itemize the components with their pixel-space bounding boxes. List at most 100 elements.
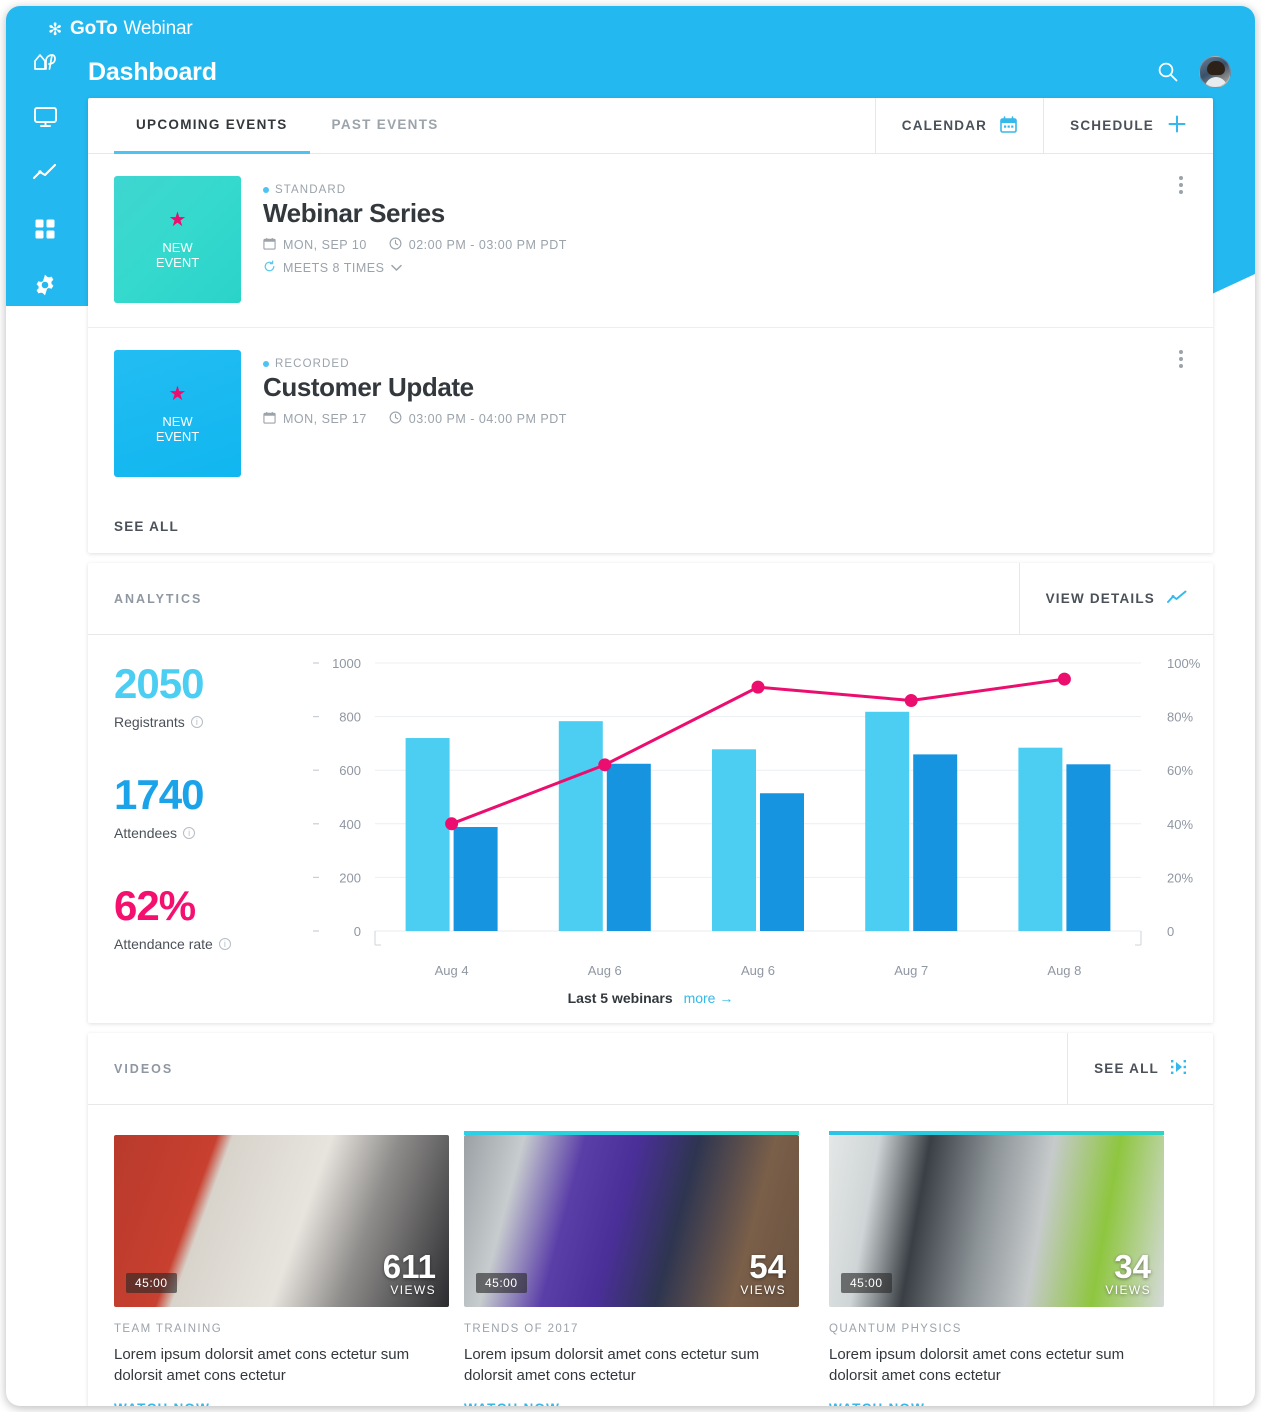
event-date: MON, SEP 17 bbox=[263, 411, 367, 427]
video-thumbnail[interactable]: 45:00 34 VIEWS bbox=[829, 1135, 1164, 1307]
video-view-label: VIEWS bbox=[1105, 1283, 1151, 1297]
clock-icon bbox=[389, 411, 402, 427]
videos-see-all-button[interactable]: SEE ALL bbox=[1067, 1033, 1213, 1104]
view-details-label: VIEW DETAILS bbox=[1045, 591, 1155, 606]
sidebar-item-analytics[interactable] bbox=[30, 158, 60, 188]
chart-footer: Last 5 webinars more → bbox=[88, 990, 1213, 1006]
video-thumbnail[interactable]: 45:00 611 VIEWS bbox=[114, 1135, 449, 1307]
video-view-number: 611 bbox=[382, 1248, 436, 1285]
sidebar-item-settings[interactable] bbox=[30, 270, 60, 300]
events-see-all-link[interactable]: SEE ALL bbox=[114, 519, 179, 534]
event-recurrence[interactable]: MEETS 8 TIMES bbox=[263, 260, 1187, 276]
video-category: QUANTUM PHYSICS bbox=[829, 1323, 962, 1335]
video-thumbnail[interactable]: 45:00 54 VIEWS bbox=[464, 1135, 799, 1307]
video-view-count: 34 VIEWS bbox=[1105, 1248, 1151, 1297]
watch-now-button[interactable]: WATCH NOW bbox=[464, 1401, 799, 1406]
video-view-label: VIEWS bbox=[740, 1283, 786, 1297]
video-view-count: 611 VIEWS bbox=[382, 1248, 436, 1297]
svg-text:20%: 20% bbox=[1167, 870, 1193, 885]
brand-name-light: Webinar bbox=[123, 18, 193, 39]
videos-see-all-label: SEE ALL bbox=[1094, 1061, 1159, 1076]
brand-name-strong: GoTo bbox=[70, 18, 118, 39]
kpi-attendees-text: Attendees bbox=[114, 825, 178, 841]
video-view-number: 34 bbox=[1114, 1248, 1151, 1285]
app-root: ✻ GoTo Webinar Dashboard UPCOMING EVENTS… bbox=[0, 0, 1261, 1412]
star-icon: ★ bbox=[168, 382, 187, 405]
svg-text:600: 600 bbox=[339, 763, 361, 778]
tab-upcoming-events[interactable]: UPCOMING EVENTS bbox=[114, 98, 310, 154]
event-date-label: MON, SEP 17 bbox=[283, 412, 367, 426]
calendar-button[interactable]: CALENDAR bbox=[874, 98, 1043, 153]
calendar-button-label: CALENDAR bbox=[901, 118, 988, 133]
kpi-registrants-value: 2050 bbox=[114, 660, 204, 707]
video-category: TEAM TRAINING bbox=[114, 1323, 223, 1335]
page-title: Dashboard bbox=[88, 58, 217, 86]
event-date: MON, SEP 10 bbox=[263, 237, 367, 253]
calendar-icon bbox=[263, 237, 276, 253]
sidebar-item-webinars[interactable] bbox=[30, 102, 60, 132]
event-meta: MON, SEP 17 03:00 PM - 04:00 PM PDT bbox=[263, 411, 1187, 427]
kpi-attendees: 1740 Attendees i bbox=[114, 774, 303, 842]
event-info: RECORDED Customer Update MON, SEP 17 03:… bbox=[263, 350, 1187, 477]
svg-text:800: 800 bbox=[339, 710, 361, 725]
list-item[interactable]: 45:00 611 VIEWS TEAM TRAINING Lorem ipsu… bbox=[114, 1131, 449, 1406]
svg-text:80%: 80% bbox=[1167, 710, 1193, 725]
analytics-icon bbox=[1167, 590, 1187, 608]
clock-icon bbox=[389, 237, 402, 253]
svg-text:100%: 100% bbox=[1167, 656, 1201, 671]
list-item[interactable]: 45:00 34 VIEWS QUANTUM PHYSICS Lorem ips… bbox=[829, 1131, 1164, 1406]
analytics-title: ANALYTICS bbox=[114, 591, 203, 606]
videos-header: VIDEOS SEE ALL bbox=[88, 1033, 1213, 1105]
sidebar-item-home[interactable] bbox=[30, 46, 60, 76]
kpi-registrants-label: Registrants i bbox=[114, 714, 303, 730]
brand-asterisk-icon: ✻ bbox=[48, 19, 63, 39]
video-description: Lorem ipsum dolorsit amet cons ectetur s… bbox=[114, 1346, 410, 1384]
event-menu-button[interactable] bbox=[1179, 176, 1183, 194]
analytics-body: 2050 Registrants i 1740 Attendees i 62% bbox=[88, 635, 1213, 1022]
video-view-number: 54 bbox=[749, 1248, 786, 1285]
video-description: Lorem ipsum dolorsit amet cons ectetur s… bbox=[464, 1346, 760, 1384]
chevron-down-icon[interactable] bbox=[391, 261, 403, 275]
sidebar-item-apps[interactable] bbox=[30, 214, 60, 244]
avatar[interactable] bbox=[1199, 56, 1231, 88]
event-title: Webinar Series bbox=[263, 198, 445, 228]
kpi-list: 2050 Registrants i 1740 Attendees i 62% bbox=[88, 649, 303, 1022]
events-panel: UPCOMING EVENTS PAST EVENTS CALENDAR SCH… bbox=[88, 98, 1213, 553]
event-type-label: STANDARD bbox=[275, 184, 347, 196]
kpi-attendance-rate-value: 62% bbox=[114, 882, 196, 929]
schedule-button-label: SCHEDULE bbox=[1070, 118, 1154, 133]
event-menu-button[interactable] bbox=[1179, 350, 1183, 368]
event-date-label: MON, SEP 10 bbox=[283, 238, 367, 252]
info-icon[interactable]: i bbox=[190, 716, 203, 728]
event-thumbnail[interactable]: ★ NEW EVENT bbox=[114, 176, 241, 303]
event-thumbnail-label-1: NEW bbox=[162, 239, 193, 255]
event-row[interactable]: ★ NEW EVENT STANDARD Webinar Series MON,… bbox=[88, 154, 1213, 328]
search-icon[interactable] bbox=[1155, 59, 1181, 85]
filmstrip-icon bbox=[1171, 1059, 1187, 1078]
header-actions bbox=[1155, 56, 1231, 88]
tab-past-events[interactable]: PAST EVENTS bbox=[310, 98, 461, 154]
video-duration: 45:00 bbox=[126, 1273, 177, 1293]
event-thumbnail[interactable]: ★ NEW EVENT bbox=[114, 350, 241, 477]
svg-text:Aug 4: Aug 4 bbox=[435, 963, 469, 978]
calendar-icon bbox=[263, 411, 276, 427]
chart-more-link[interactable]: more → bbox=[684, 990, 734, 1006]
kpi-attendance-rate-text: Attendance rate bbox=[114, 936, 213, 952]
status-dot-icon bbox=[263, 187, 269, 193]
info-icon[interactable]: i bbox=[183, 827, 196, 839]
info-icon[interactable]: i bbox=[218, 938, 231, 950]
events-tabs-row: UPCOMING EVENTS PAST EVENTS CALENDAR SCH… bbox=[88, 98, 1213, 154]
schedule-button[interactable]: SCHEDULE bbox=[1043, 98, 1213, 153]
watch-now-button[interactable]: WATCH NOW bbox=[829, 1401, 1164, 1406]
video-category: TRENDS OF 2017 bbox=[464, 1323, 579, 1335]
table-row[interactable]: ★ NEW EVENT RECORDED Customer Update MON… bbox=[88, 328, 1213, 501]
svg-text:60%: 60% bbox=[1167, 763, 1193, 778]
videos-panel: VIDEOS SEE ALL 45:00 611 VIEWS TEAM TRAI… bbox=[88, 1033, 1213, 1406]
view-details-button[interactable]: VIEW DETAILS bbox=[1018, 563, 1213, 634]
svg-text:Aug 8: Aug 8 bbox=[1047, 963, 1081, 978]
watch-now-button[interactable]: WATCH NOW bbox=[114, 1401, 449, 1406]
svg-text:0: 0 bbox=[354, 924, 361, 939]
event-time-label: 03:00 PM - 04:00 PM PDT bbox=[408, 412, 567, 426]
list-item[interactable]: 45:00 54 VIEWS TRENDS OF 2017 Lorem ipsu… bbox=[464, 1131, 799, 1406]
video-duration: 45:00 bbox=[841, 1273, 892, 1293]
